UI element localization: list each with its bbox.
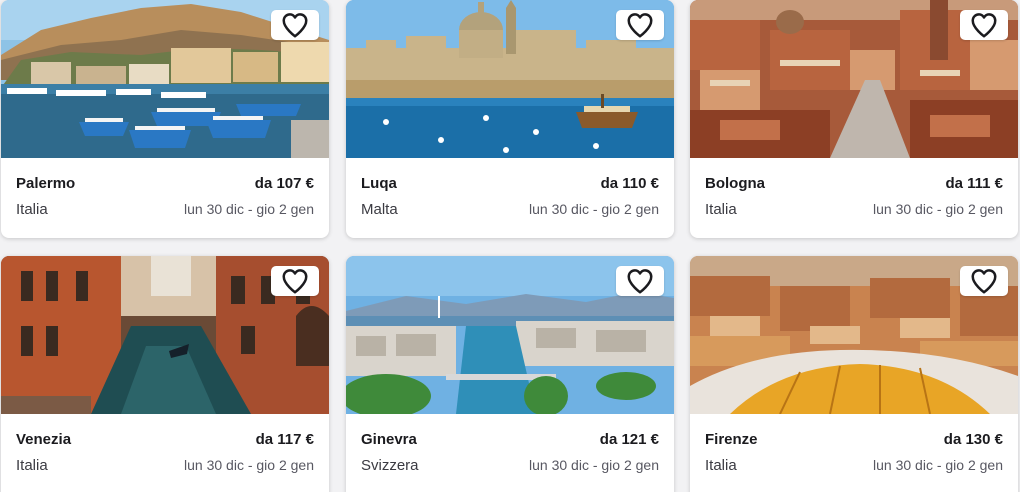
city-name: Venezia [16, 431, 72, 448]
heart-outline-icon [282, 13, 308, 38]
florence-rooftops-photo [690, 256, 1018, 414]
price-label: da 111 € [945, 175, 1003, 192]
price-label: da 117 € [255, 431, 314, 448]
favorite-button[interactable] [271, 10, 319, 40]
valletta-skyline-photo [346, 0, 674, 158]
heart-outline-icon [971, 13, 997, 38]
city-name: Bologna [705, 175, 765, 192]
favorite-button[interactable] [960, 266, 1008, 296]
country-name: Italia [705, 201, 737, 218]
heart-outline-icon [282, 269, 308, 294]
travel-dates: lun 30 dic - gio 2 gen [184, 201, 314, 217]
city-name: Ginevra [361, 431, 417, 448]
country-name: Italia [705, 457, 737, 474]
favorite-button[interactable] [960, 10, 1008, 40]
price-label: da 110 € [600, 175, 659, 192]
favorite-button[interactable] [616, 10, 664, 40]
travel-dates: lun 30 dic - gio 2 gen [529, 457, 659, 473]
destination-card-firenze[interactable]: Firenze da 130 € Italia lun 30 dic - gio… [690, 256, 1018, 492]
country-name: Malta [361, 201, 398, 218]
palermo-harbor-photo [1, 0, 329, 158]
bologna-rooftops-photo [690, 0, 1018, 158]
price-label: da 121 € [599, 431, 659, 448]
country-name: Svizzera [361, 457, 419, 474]
card-info: Luqa da 110 € Malta lun 30 dic - gio 2 g… [346, 158, 674, 222]
destination-card-ginevra[interactable]: Ginevra da 121 € Svizzera lun 30 dic - g… [346, 256, 674, 492]
city-name: Firenze [705, 431, 758, 448]
heart-outline-icon [627, 269, 653, 294]
destination-card-bologna[interactable]: Bologna da 111 € Italia lun 30 dic - gio… [690, 0, 1018, 238]
card-info: Venezia da 117 € Italia lun 30 dic - gio… [1, 414, 329, 478]
card-info: Palermo da 107 € Italia lun 30 dic - gio… [1, 158, 329, 222]
travel-dates: lun 30 dic - gio 2 gen [529, 201, 659, 217]
travel-dates: lun 30 dic - gio 2 gen [873, 457, 1003, 473]
city-name: Palermo [16, 175, 76, 192]
geneva-lake-photo [346, 256, 674, 414]
destination-grid: Palermo da 107 € Italia lun 30 dic - gio… [0, 0, 1020, 492]
heart-outline-icon [627, 13, 653, 38]
price-label: da 107 € [254, 175, 314, 192]
card-info: Firenze da 130 € Italia lun 30 dic - gio… [690, 414, 1018, 478]
country-name: Italia [16, 457, 48, 474]
travel-dates: lun 30 dic - gio 2 gen [873, 201, 1003, 217]
favorite-button[interactable] [616, 266, 664, 296]
price-label: da 130 € [943, 431, 1003, 448]
country-name: Italia [16, 201, 48, 218]
destination-card-venezia[interactable]: Venezia da 117 € Italia lun 30 dic - gio… [1, 256, 329, 492]
city-name: Luqa [361, 175, 397, 192]
travel-dates: lun 30 dic - gio 2 gen [184, 457, 314, 473]
destination-card-luqa[interactable]: Luqa da 110 € Malta lun 30 dic - gio 2 g… [346, 0, 674, 238]
favorite-button[interactable] [271, 266, 319, 296]
card-info: Bologna da 111 € Italia lun 30 dic - gio… [690, 158, 1018, 222]
heart-outline-icon [971, 269, 997, 294]
card-info: Ginevra da 121 € Svizzera lun 30 dic - g… [346, 414, 674, 478]
venice-canal-photo [1, 256, 329, 414]
destination-card-palermo[interactable]: Palermo da 107 € Italia lun 30 dic - gio… [1, 0, 329, 238]
